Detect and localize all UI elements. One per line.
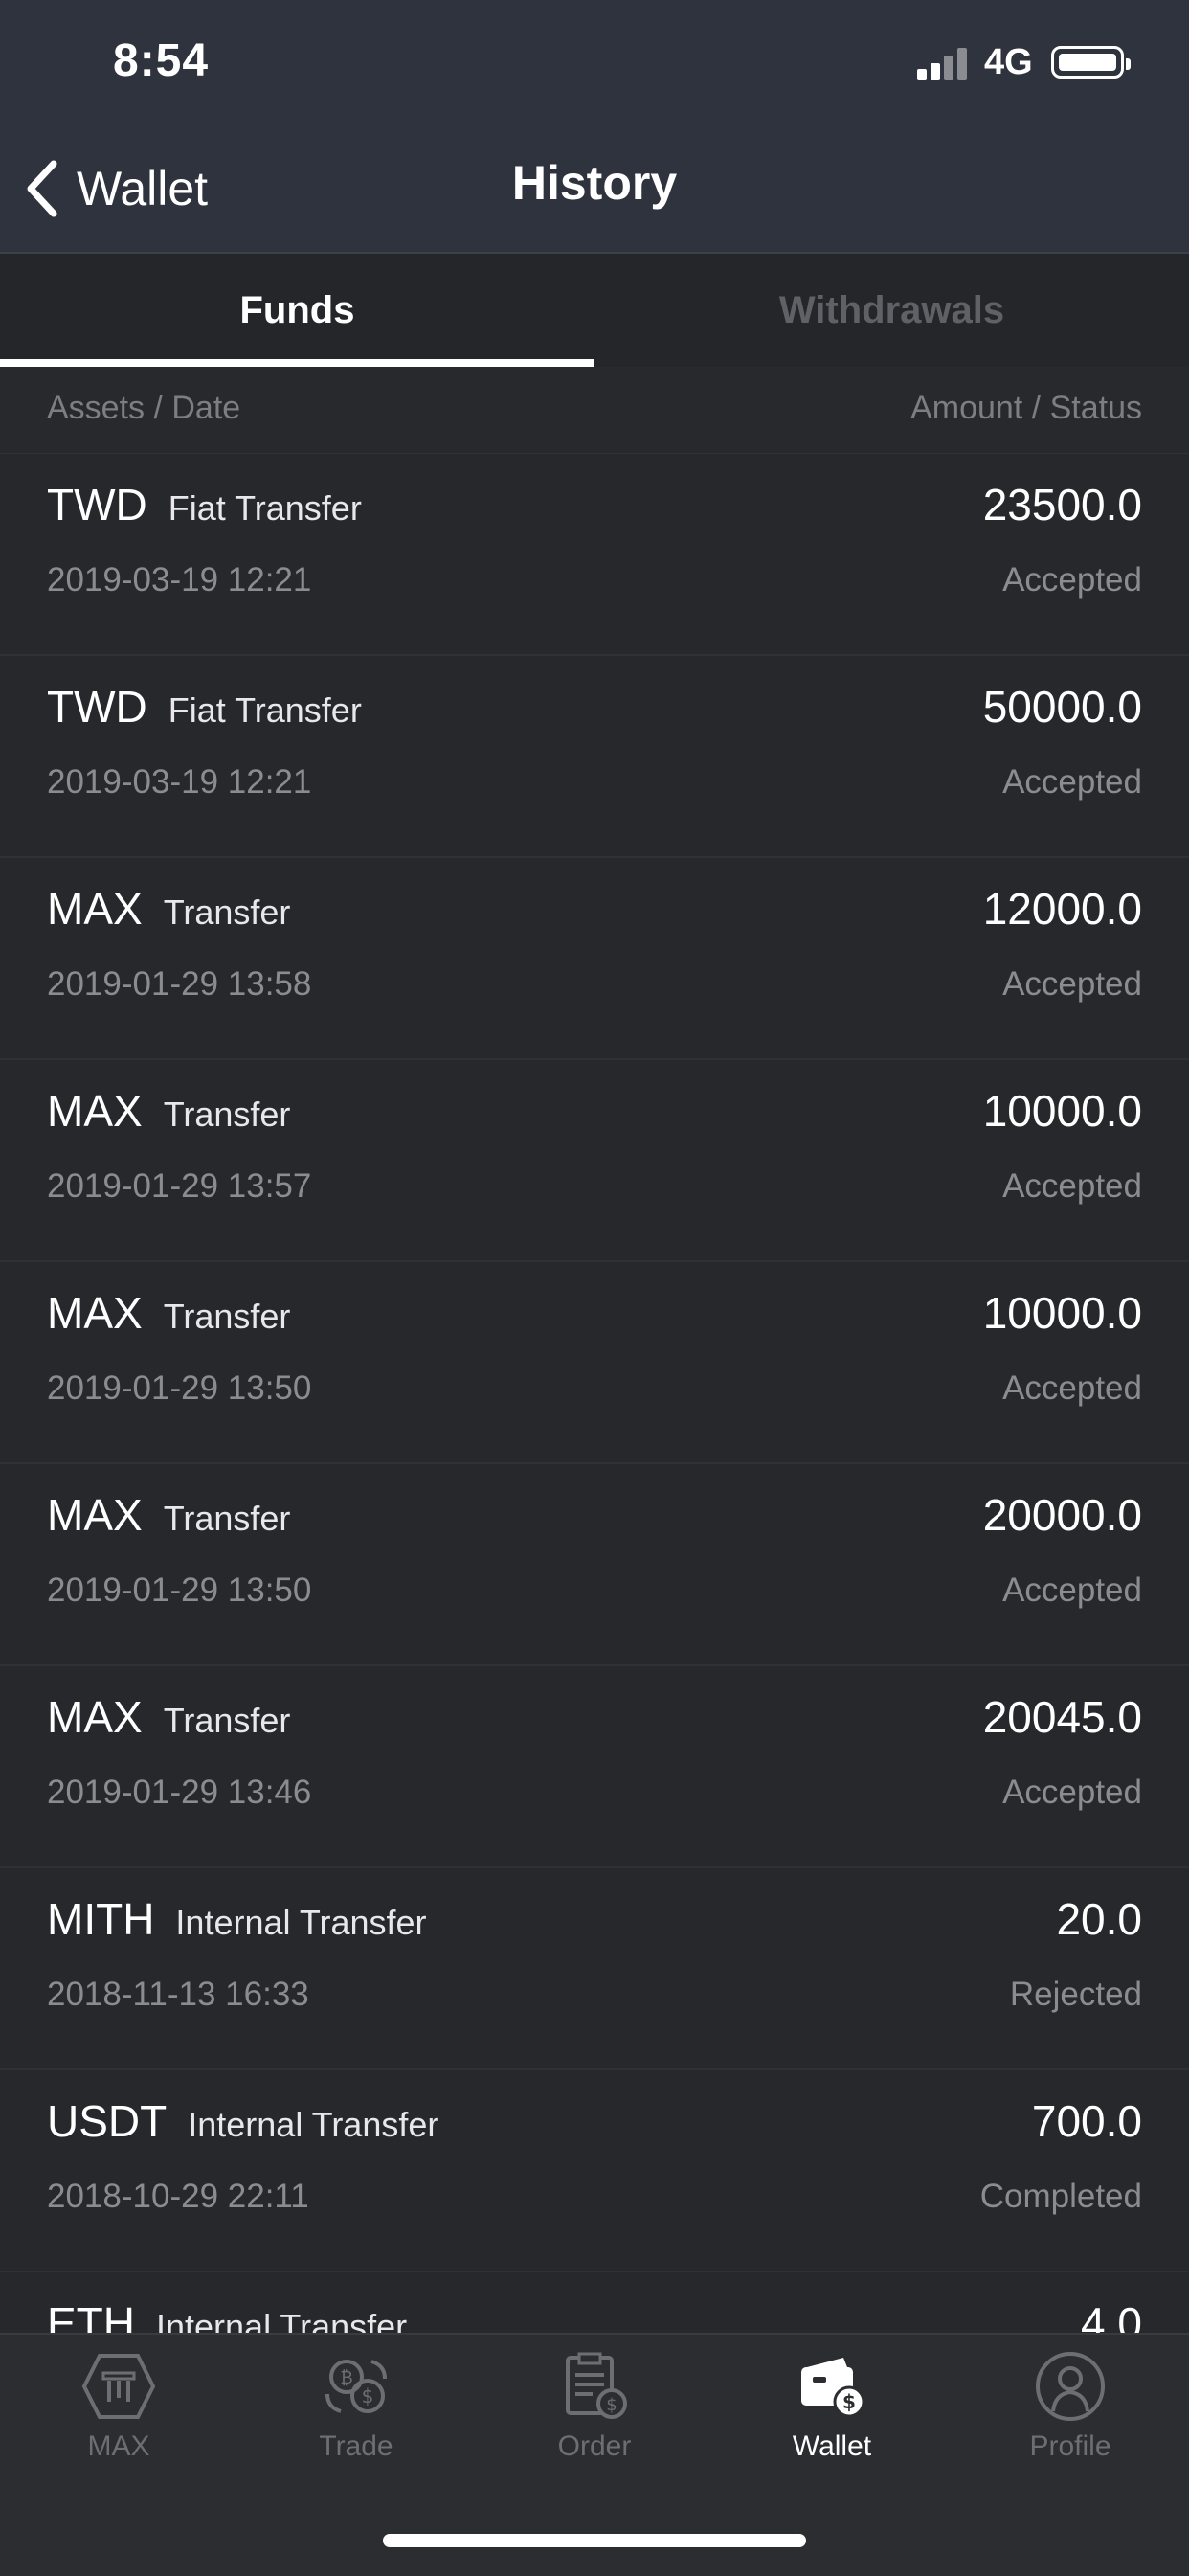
date: 2019-01-29 13:50 xyxy=(47,1369,312,1407)
amount: 23500.0 xyxy=(982,480,1142,530)
page-title: History xyxy=(511,156,678,210)
amount: 10000.0 xyxy=(982,1288,1142,1338)
date: 2019-01-29 13:50 xyxy=(47,1571,312,1609)
list-item[interactable]: MAX Transfer 10000.0 2019-01-29 13:57 Acc… xyxy=(0,1060,1189,1262)
asset-symbol: TWD xyxy=(47,682,147,732)
bottom-tab-max[interactable]: MAX xyxy=(0,2348,237,2492)
list-item[interactable]: MAX Transfer 20045.0 2019-01-29 13:46 Acc… xyxy=(0,1666,1189,1868)
status: Accepted xyxy=(1002,1369,1142,1407)
column-amount-status: Amount / Status xyxy=(910,390,1142,426)
wallet-icon: $ xyxy=(801,2358,865,2418)
cellular-signal-icon xyxy=(917,46,971,80)
transfer-type: Fiat Transfer xyxy=(168,488,362,528)
asset-symbol: MAX xyxy=(47,1288,143,1338)
bottom-tab-label: MAX xyxy=(87,2430,150,2462)
asset-symbol: MAX xyxy=(47,1086,143,1136)
tab-funds[interactable]: Funds xyxy=(0,254,594,367)
status: Accepted xyxy=(1002,1571,1142,1609)
list-item[interactable]: TWD Fiat Transfer 50000.0 2019-03-19 12:2… xyxy=(0,656,1189,858)
home-indicator[interactable] xyxy=(383,2534,806,2547)
transfer-type: Transfer xyxy=(163,1701,291,1740)
amount: 50000.0 xyxy=(982,682,1142,732)
transfer-type: Internal Transfer xyxy=(156,2307,408,2333)
asset-symbol: TWD xyxy=(47,480,147,530)
profile-icon xyxy=(1036,2352,1105,2421)
asset-symbol: MAX xyxy=(47,884,143,934)
amount: 12000.0 xyxy=(982,884,1142,934)
svg-text:₿: ₿ xyxy=(340,2368,352,2388)
bottom-tab-label: Wallet xyxy=(792,2430,872,2462)
svg-text:$: $ xyxy=(362,2384,374,2407)
column-assets-date: Assets / Date xyxy=(47,390,241,426)
transfer-type: Internal Transfer xyxy=(188,2105,439,2144)
order-clipboard-icon: $ xyxy=(566,2352,627,2419)
active-tab-indicator xyxy=(0,359,594,367)
trade-exchange-icon: $ ₿ xyxy=(325,2360,387,2413)
amount: 20045.0 xyxy=(982,1692,1142,1742)
bottom-tab-label: Order xyxy=(557,2430,632,2462)
navigation-header: 8:54 4G Wallet History xyxy=(0,0,1189,254)
date: 2018-10-29 22:11 xyxy=(47,2178,309,2215)
transfer-type: Transfer xyxy=(163,1499,291,1538)
date: 2019-03-19 12:21 xyxy=(47,561,312,599)
date: 2019-01-29 13:57 xyxy=(47,1167,312,1205)
transfer-type: Transfer xyxy=(163,893,291,932)
transfer-type: Fiat Transfer xyxy=(168,690,362,730)
date: 2019-03-19 12:21 xyxy=(47,763,312,801)
svg-text:$: $ xyxy=(606,2395,617,2415)
amount: 700.0 xyxy=(1031,2096,1142,2146)
asset-symbol: MAX xyxy=(47,1692,143,1742)
status: Accepted xyxy=(1002,965,1142,1003)
bottom-tab-profile[interactable]: Profile xyxy=(952,2348,1189,2492)
date: 2018-11-13 16:33 xyxy=(47,1976,309,2013)
amount: 20.0 xyxy=(1056,1894,1142,1944)
bottom-tab-label: Trade xyxy=(319,2430,393,2462)
list-item[interactable]: MAX Transfer 12000.0 2019-01-29 13:58 Acc… xyxy=(0,858,1189,1060)
history-tabs: Funds Withdrawals xyxy=(0,254,1189,367)
asset-symbol: MITH xyxy=(47,1894,155,1944)
bottom-tab-wallet[interactable]: $ Wallet xyxy=(713,2348,951,2492)
bottom-tab-order[interactable]: $ Order xyxy=(476,2348,713,2492)
status: Accepted xyxy=(1002,1774,1142,1811)
column-header: Assets / Date Amount / Status xyxy=(0,367,1189,454)
status: Completed xyxy=(979,2178,1142,2215)
history-list[interactable]: TWD Fiat Transfer 23500.0 2019-03-19 12:2… xyxy=(0,454,1189,2333)
amount: 4.0 xyxy=(1081,2298,1142,2333)
network-type: 4G xyxy=(984,42,1033,82)
status: Accepted xyxy=(1002,561,1142,599)
list-item[interactable]: MITH Internal Transfer 20.0 2018-11-13 16… xyxy=(0,1868,1189,2070)
amount: 20000.0 xyxy=(982,1490,1142,1540)
bottom-tab-trade[interactable]: $ ₿ Trade xyxy=(237,2348,475,2492)
list-item[interactable]: MAX Transfer 10000.0 2019-01-29 13:50 Acc… xyxy=(0,1262,1189,1464)
status-time: 8:54 xyxy=(113,35,210,86)
date: 2019-01-29 13:58 xyxy=(47,965,312,1003)
status: Accepted xyxy=(1002,763,1142,801)
list-item[interactable]: TWD Fiat Transfer 23500.0 2019-03-19 12:2… xyxy=(0,454,1189,656)
asset-symbol: ETH xyxy=(47,2298,135,2333)
transfer-type: Transfer xyxy=(163,1095,291,1134)
transfer-type: Transfer xyxy=(163,1297,291,1336)
max-logo-icon xyxy=(81,2354,156,2419)
date: 2019-01-29 13:46 xyxy=(47,1774,312,1811)
list-item[interactable]: USDT Internal Transfer 700.0 2018-10-29 2… xyxy=(0,2070,1189,2272)
list-item[interactable]: ETH Internal Transfer 4.0 xyxy=(0,2272,1189,2333)
bottom-tab-label: Profile xyxy=(1029,2430,1111,2462)
status: Accepted xyxy=(1002,1167,1142,1205)
list-item[interactable]: MAX Transfer 20000.0 2019-01-29 13:50 Acc… xyxy=(0,1464,1189,1666)
battery-icon xyxy=(1051,46,1131,79)
asset-symbol: USDT xyxy=(47,2096,168,2146)
asset-symbol: MAX xyxy=(47,1490,143,1540)
tab-withdrawals[interactable]: Withdrawals xyxy=(594,254,1189,367)
amount: 10000.0 xyxy=(982,1086,1142,1136)
transfer-type: Internal Transfer xyxy=(175,1903,427,1942)
svg-text:$: $ xyxy=(842,2390,856,2413)
status: Rejected xyxy=(1009,1976,1142,2013)
